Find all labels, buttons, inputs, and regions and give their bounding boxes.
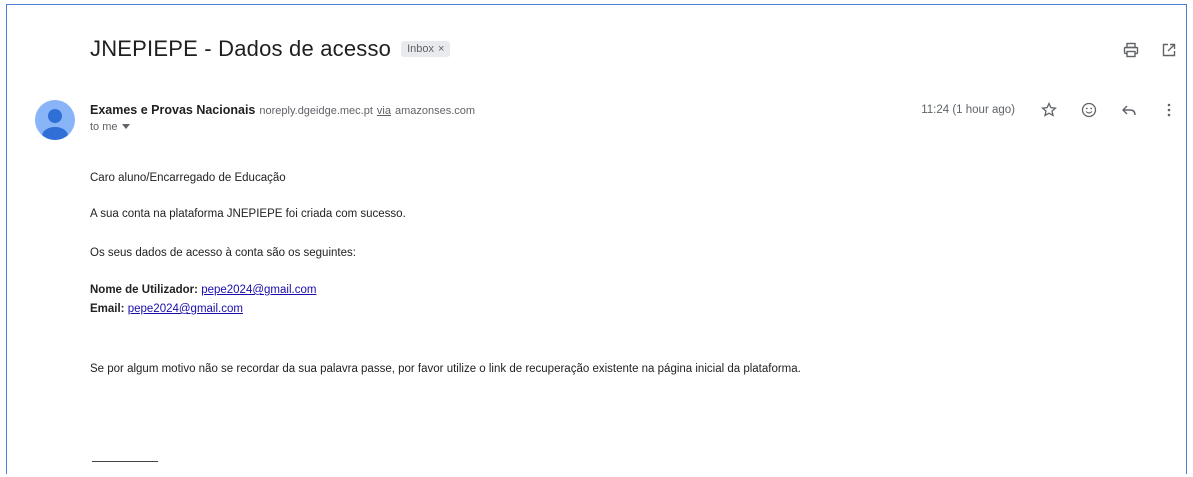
email-link[interactable]: pepe2024@gmail.com [128, 303, 243, 315]
star-icon[interactable] [1039, 100, 1059, 120]
username-row: Nome de Utilizador: pepe2024@gmail.com [90, 284, 316, 296]
sender-email: noreply.dgeidge.mec.pt [259, 105, 373, 117]
sender-name[interactable]: Exames e Provas Nacionais [90, 103, 255, 117]
more-vertical-icon[interactable] [1159, 100, 1179, 120]
body-line-access-data: Os seus dados de acesso à conta são os s… [90, 247, 356, 259]
recipient-text: to me [90, 121, 118, 133]
body-line-account-created: A sua conta na plataforma JNEPIEPE foi c… [90, 208, 406, 220]
via-domain: amazonses.com [394, 105, 476, 117]
top-actions [1121, 40, 1179, 60]
sender-block: Exames e Provas Nacionais noreply.dgeidg… [90, 103, 475, 133]
print-icon[interactable] [1121, 40, 1141, 60]
close-icon[interactable]: × [438, 43, 444, 55]
open-in-new-window-icon[interactable] [1159, 40, 1179, 60]
chevron-down-icon [121, 121, 130, 133]
timestamp: 11:24 (1 hour ago) [921, 104, 1015, 116]
signature-divider [92, 461, 158, 462]
email-label: Email: [90, 303, 125, 315]
recovery-note: Se por algum motivo não se recordar da s… [90, 363, 801, 375]
username-link[interactable]: pepe2024@gmail.com [201, 284, 316, 296]
sender-avatar[interactable] [35, 100, 75, 140]
label-text: Inbox [407, 43, 435, 55]
email-frame [6, 4, 1187, 474]
emoji-react-icon[interactable] [1079, 100, 1099, 120]
email-subject: JNEPIEPE - Dados de acesso [90, 36, 392, 61]
email-row: Email: pepe2024@gmail.com [90, 303, 243, 315]
via-link[interactable]: via [377, 105, 391, 117]
message-actions: 11:24 (1 hour ago) [921, 100, 1179, 120]
subject-row: JNEPIEPE - Dados de acesso Inbox × [90, 36, 451, 62]
recipient-details-toggle[interactable]: to me [90, 121, 475, 133]
greeting: Caro aluno/Encarregado de Educação [90, 172, 286, 184]
username-label: Nome de Utilizador: [90, 284, 198, 296]
reply-icon[interactable] [1119, 100, 1139, 120]
inbox-label-chip[interactable]: Inbox × [401, 41, 451, 57]
